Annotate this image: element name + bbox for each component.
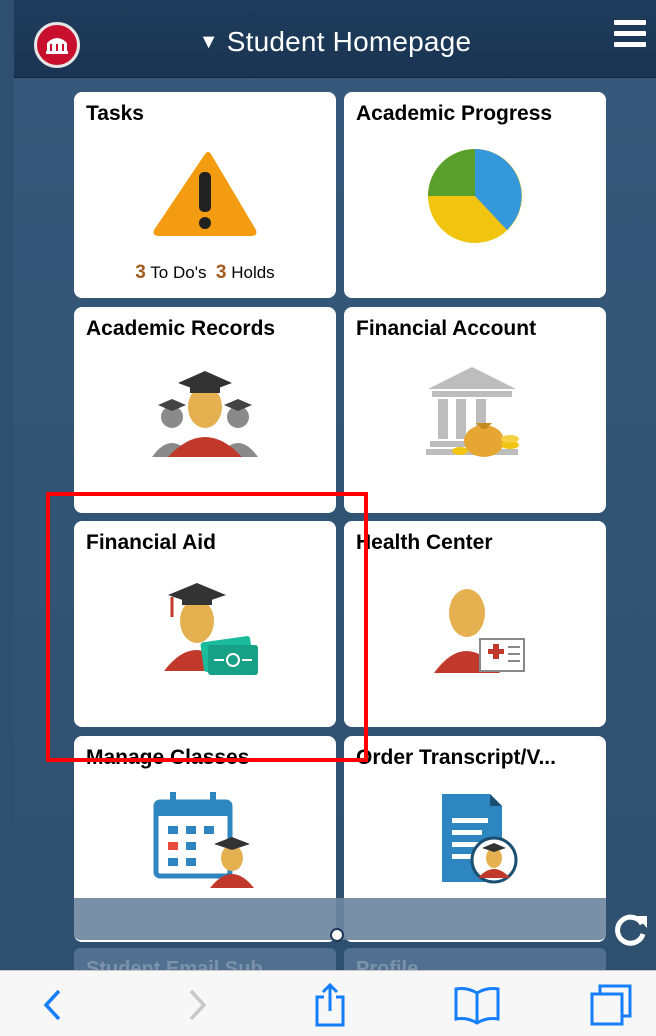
todos-count: 3 (135, 262, 146, 283)
bank-money-icon (344, 361, 606, 461)
refresh-icon[interactable] (612, 908, 648, 959)
bookmarks-icon[interactable] (452, 983, 502, 1027)
holds-count: 3 (215, 262, 227, 283)
document-graduate-icon (344, 788, 606, 888)
holds-label: Holds (231, 263, 275, 282)
tile-title: Academic Progress (356, 102, 553, 125)
person-medical-card-icon (344, 573, 606, 677)
back-icon[interactable] (38, 983, 68, 1027)
browser-toolbar (0, 970, 656, 1036)
todos-label: To Do's (150, 263, 207, 282)
tile-tasks[interactable]: Tasks 3 To Do's 3 Holds (74, 92, 336, 298)
tasks-summary: 3 To Do's 3 Holds (74, 262, 336, 284)
tile-academic-progress[interactable]: Academic Progress (344, 92, 606, 298)
dropdown-triangle-icon: ▼ (198, 31, 219, 53)
tabs-icon[interactable] (590, 983, 632, 1027)
page-indicator-dot[interactable] (330, 928, 344, 942)
app-header: ▼ Student Homepage (14, 0, 656, 78)
tile-title: Health Center (356, 531, 493, 554)
page-title-text: Student Homepage (226, 26, 472, 57)
tile-title: Tasks (86, 102, 144, 125)
pie-chart-icon (344, 146, 606, 246)
tile-title: Order Transcript/V... (356, 746, 556, 769)
tile-health-center[interactable]: Health Center (344, 521, 606, 727)
tile-academic-records[interactable]: Academic Records (74, 307, 336, 513)
forward-icon[interactable] (182, 983, 212, 1027)
share-icon[interactable] (312, 983, 348, 1027)
warning-triangle-icon (74, 150, 336, 238)
calendar-graduate-icon (74, 788, 336, 888)
tile-title: Academic Records (86, 317, 276, 340)
graduates-group-icon (74, 359, 336, 459)
hamburger-menu-icon[interactable] (614, 20, 646, 50)
tile-title: Financial Account (356, 317, 537, 340)
page-title[interactable]: ▼ Student Homepage (14, 26, 656, 58)
tile-financial-account[interactable]: Financial Account (344, 307, 606, 513)
highlight-box (46, 492, 368, 762)
